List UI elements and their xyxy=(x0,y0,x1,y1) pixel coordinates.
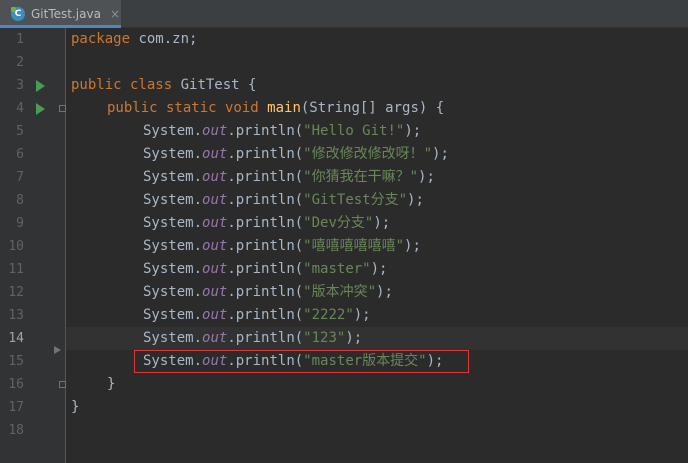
line-number: 9 xyxy=(16,216,24,231)
line-number: 12 xyxy=(8,285,24,300)
java-class-icon xyxy=(11,6,25,21)
breakpoint-arrow-icon xyxy=(54,346,61,354)
code-line-3[interactable]: public class GitTest { xyxy=(71,74,256,97)
code-line-9[interactable]: System.out.println("Dev分支"); xyxy=(143,212,390,235)
code-line-4[interactable]: public static void main(String[] args) { xyxy=(107,97,444,120)
line-number: 13 xyxy=(8,308,24,323)
ide-window: GitTest.java × 1 2 3 4 5 6 7 8 9 10 11 1… xyxy=(0,0,688,463)
code-line-12[interactable]: System.out.println("版本冲突"); xyxy=(143,281,393,304)
line-number: 7 xyxy=(16,170,24,185)
line-number-current: 14 xyxy=(8,331,24,346)
line-number: 18 xyxy=(8,423,24,438)
editor-tab-bar: GitTest.java × xyxy=(0,0,688,28)
code-line-11[interactable]: System.out.println("master"); xyxy=(143,258,387,281)
code-line-5[interactable]: System.out.println("Hello Git!"); xyxy=(143,120,421,143)
fold-end-icon[interactable] xyxy=(59,381,66,388)
code-line-6[interactable]: System.out.println("修改修改修改呀！"); xyxy=(143,143,449,166)
line-number: 2 xyxy=(16,55,24,70)
code-line-1[interactable]: package com.zn; xyxy=(71,28,197,51)
line-number-gutter[interactable]: 1 2 3 4 5 6 7 8 9 10 11 12 13 14 15 16 1… xyxy=(0,28,66,463)
line-number: 11 xyxy=(8,262,24,277)
close-tab-icon[interactable]: × xyxy=(110,7,120,21)
run-class-icon[interactable] xyxy=(36,80,45,92)
highlight-annotation-box xyxy=(134,350,469,373)
line-number: 4 xyxy=(16,101,24,116)
code-line-17[interactable]: } xyxy=(71,396,79,419)
line-number: 10 xyxy=(8,239,24,254)
tab-filename: GitTest.java xyxy=(31,6,101,21)
run-main-icon[interactable] xyxy=(36,103,45,115)
code-editor[interactable]: package com.zn; public class GitTest { p… xyxy=(66,28,688,463)
tab-gittest-java[interactable]: GitTest.java × xyxy=(0,0,121,28)
code-line-8[interactable]: System.out.println("GitTest分支"); xyxy=(143,189,424,212)
code-line-13[interactable]: System.out.println("2222"); xyxy=(143,304,371,327)
fold-method-icon[interactable] xyxy=(59,105,66,112)
code-line-10[interactable]: System.out.println("嘻嘻嘻嘻嘻嘻"); xyxy=(143,235,421,258)
code-line-14[interactable]: System.out.println("123"); xyxy=(143,327,362,350)
line-number: 1 xyxy=(16,32,24,47)
line-number: 3 xyxy=(16,78,24,93)
line-number: 15 xyxy=(8,354,24,369)
line-number: 17 xyxy=(8,400,24,415)
line-number: 16 xyxy=(8,377,24,392)
code-line-16[interactable]: } xyxy=(107,373,115,396)
line-number: 8 xyxy=(16,193,24,208)
line-number: 5 xyxy=(16,124,24,139)
code-line-7[interactable]: System.out.println("你猜我在干嘛？"); xyxy=(143,166,435,189)
line-number: 6 xyxy=(16,147,24,162)
